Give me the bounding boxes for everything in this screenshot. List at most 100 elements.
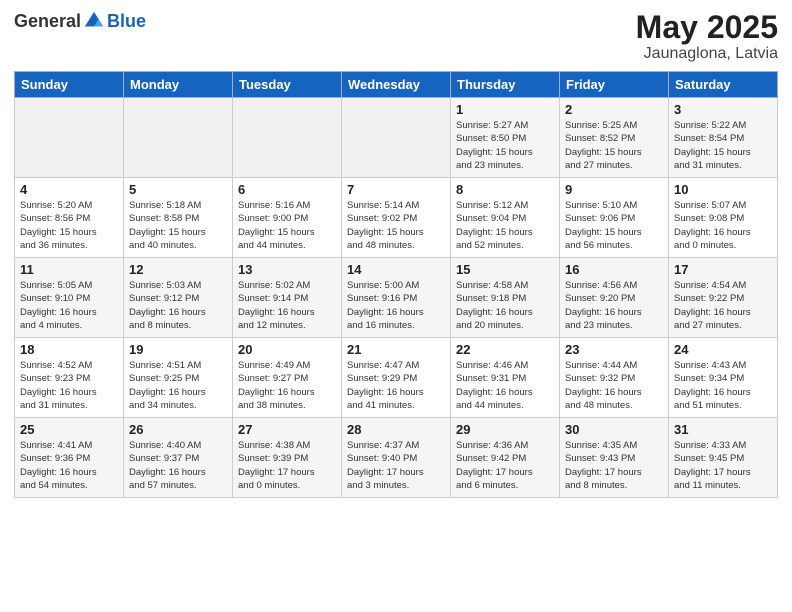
day-number: 24 (674, 342, 772, 357)
calendar-cell: 8Sunrise: 5:12 AMSunset: 9:04 PMDaylight… (451, 178, 560, 258)
calendar-cell: 5Sunrise: 5:18 AMSunset: 8:58 PMDaylight… (124, 178, 233, 258)
day-info: Sunrise: 4:56 AMSunset: 9:20 PMDaylight:… (565, 279, 663, 332)
day-info: Sunrise: 5:10 AMSunset: 9:06 PMDaylight:… (565, 199, 663, 252)
calendar-cell: 29 Sunrise: 4:36 AMSunset: 9:42 PMDayligh… (451, 418, 560, 498)
calendar-cell: 6 Sunrise: 5:16 AMSunset: 9:00 PMDaylight… (233, 178, 342, 258)
day-number: 25 (20, 422, 118, 437)
calendar-cell: 15 Sunrise: 4:58 AMSunset: 9:18 PMDayligh… (451, 258, 560, 338)
day-number: 22 (456, 342, 554, 357)
header-wednesday: Wednesday (342, 72, 451, 98)
header-row: Sunday Monday Tuesday Wednesday Thursday… (15, 72, 778, 98)
day-number: 17 (674, 262, 772, 277)
calendar-cell: 21 Sunrise: 4:47 AMSunset: 9:29 PMDayligh… (342, 338, 451, 418)
calendar-cell: 23Sunrise: 4:44 AMSunset: 9:32 PMDayligh… (560, 338, 669, 418)
calendar-cell: 10 Sunrise: 5:07 AMSunset: 9:08 PMDayligh… (669, 178, 778, 258)
day-info: Sunrise: 4:36 AMSunset: 9:42 PMDaylight:… (456, 439, 554, 492)
calendar-cell: 31Sunrise: 4:33 AMSunset: 9:45 PMDayligh… (669, 418, 778, 498)
day-number: 12 (129, 262, 227, 277)
logo-icon (83, 10, 105, 32)
week-row-2: 4 Sunrise: 5:20 AMSunset: 8:56 PMDaylight… (15, 178, 778, 258)
week-row-5: 25Sunrise: 4:41 AMSunset: 9:36 PMDayligh… (15, 418, 778, 498)
day-number: 3 (674, 102, 772, 117)
day-number: 20 (238, 342, 336, 357)
day-info: Sunrise: 5:25 AMSunset: 8:52 PMDaylight:… (565, 119, 663, 172)
day-number: 5 (129, 182, 227, 197)
calendar-cell: 13 Sunrise: 5:02 AMSunset: 9:14 PMDayligh… (233, 258, 342, 338)
calendar-cell: 22 Sunrise: 4:46 AMSunset: 9:31 PMDayligh… (451, 338, 560, 418)
calendar-cell (233, 98, 342, 178)
day-info: Sunrise: 4:44 AMSunset: 9:32 PMDaylight:… (565, 359, 663, 412)
day-number: 14 (347, 262, 445, 277)
calendar-cell: 12 Sunrise: 5:03 AMSunset: 9:12 PMDayligh… (124, 258, 233, 338)
day-info: Sunrise: 4:38 AMSunset: 9:39 PMDaylight:… (238, 439, 336, 492)
calendar-subtitle: Jaunaglona, Latvia (636, 45, 778, 63)
day-info: Sunrise: 5:07 AMSunset: 9:08 PMDaylight:… (674, 199, 772, 252)
calendar-cell: 14 Sunrise: 5:00 AMSunset: 9:16 PMDayligh… (342, 258, 451, 338)
calendar-cell: 26 Sunrise: 4:40 AMSunset: 9:37 PMDayligh… (124, 418, 233, 498)
calendar-cell (124, 98, 233, 178)
calendar-cell: 17 Sunrise: 4:54 AMSunset: 9:22 PMDayligh… (669, 258, 778, 338)
day-number: 15 (456, 262, 554, 277)
day-info: Sunrise: 5:27 AMSunset: 8:50 PMDaylight:… (456, 119, 554, 172)
day-number: 1 (456, 102, 554, 117)
day-number: 6 (238, 182, 336, 197)
day-info: Sunrise: 4:47 AMSunset: 9:29 PMDaylight:… (347, 359, 445, 412)
day-number: 27 (238, 422, 336, 437)
day-number: 28 (347, 422, 445, 437)
day-info: Sunrise: 5:12 AMSunset: 9:04 PMDaylight:… (456, 199, 554, 252)
main-container: General Blue May 2025 Jaunaglona, Latvia… (0, 0, 792, 612)
calendar-cell: 7Sunrise: 5:14 AMSunset: 9:02 PMDaylight… (342, 178, 451, 258)
day-number: 18 (20, 342, 118, 357)
header-saturday: Saturday (669, 72, 778, 98)
day-info: Sunrise: 5:05 AMSunset: 9:10 PMDaylight:… (20, 279, 118, 332)
calendar-title: May 2025 (636, 10, 778, 45)
calendar-cell: 1 Sunrise: 5:27 AMSunset: 8:50 PMDaylight… (451, 98, 560, 178)
day-info: Sunrise: 4:40 AMSunset: 9:37 PMDaylight:… (129, 439, 227, 492)
calendar-cell: 24 Sunrise: 4:43 AMSunset: 9:34 PMDayligh… (669, 338, 778, 418)
day-info: Sunrise: 5:03 AMSunset: 9:12 PMDaylight:… (129, 279, 227, 332)
calendar-cell: 11Sunrise: 5:05 AMSunset: 9:10 PMDayligh… (15, 258, 124, 338)
day-number: 2 (565, 102, 663, 117)
header-thursday: Thursday (451, 72, 560, 98)
calendar-cell: 25Sunrise: 4:41 AMSunset: 9:36 PMDayligh… (15, 418, 124, 498)
calendar-cell (15, 98, 124, 178)
header-tuesday: Tuesday (233, 72, 342, 98)
calendar-cell: 30 Sunrise: 4:35 AMSunset: 9:43 PMDayligh… (560, 418, 669, 498)
day-info: Sunrise: 4:58 AMSunset: 9:18 PMDaylight:… (456, 279, 554, 332)
day-info: Sunrise: 5:22 AMSunset: 8:54 PMDaylight:… (674, 119, 772, 172)
day-info: Sunrise: 4:46 AMSunset: 9:31 PMDaylight:… (456, 359, 554, 412)
week-row-3: 11Sunrise: 5:05 AMSunset: 9:10 PMDayligh… (15, 258, 778, 338)
logo-blue-text: Blue (107, 11, 146, 32)
header-monday: Monday (124, 72, 233, 98)
day-number: 26 (129, 422, 227, 437)
day-info: Sunrise: 4:35 AMSunset: 9:43 PMDaylight:… (565, 439, 663, 492)
day-number: 9 (565, 182, 663, 197)
day-number: 13 (238, 262, 336, 277)
day-number: 4 (20, 182, 118, 197)
day-info: Sunrise: 5:16 AMSunset: 9:00 PMDaylight:… (238, 199, 336, 252)
day-number: 16 (565, 262, 663, 277)
day-info: Sunrise: 4:43 AMSunset: 9:34 PMDaylight:… (674, 359, 772, 412)
calendar-cell: 4 Sunrise: 5:20 AMSunset: 8:56 PMDaylight… (15, 178, 124, 258)
day-info: Sunrise: 5:02 AMSunset: 9:14 PMDaylight:… (238, 279, 336, 332)
week-row-1: 1 Sunrise: 5:27 AMSunset: 8:50 PMDaylight… (15, 98, 778, 178)
day-info: Sunrise: 4:54 AMSunset: 9:22 PMDaylight:… (674, 279, 772, 332)
day-info: Sunrise: 5:00 AMSunset: 9:16 PMDaylight:… (347, 279, 445, 332)
header-friday: Friday (560, 72, 669, 98)
day-info: Sunrise: 5:20 AMSunset: 8:56 PMDaylight:… (20, 199, 118, 252)
calendar-cell: 18 Sunrise: 4:52 AMSunset: 9:23 PMDayligh… (15, 338, 124, 418)
day-number: 30 (565, 422, 663, 437)
day-number: 10 (674, 182, 772, 197)
day-info: Sunrise: 5:14 AMSunset: 9:02 PMDaylight:… (347, 199, 445, 252)
day-number: 21 (347, 342, 445, 357)
logo-general-text: General (14, 11, 81, 32)
header: General Blue May 2025 Jaunaglona, Latvia (14, 10, 778, 63)
day-number: 19 (129, 342, 227, 357)
day-info: Sunrise: 4:52 AMSunset: 9:23 PMDaylight:… (20, 359, 118, 412)
calendar-cell: 20 Sunrise: 4:49 AMSunset: 9:27 PMDayligh… (233, 338, 342, 418)
calendar-cell: 27 Sunrise: 4:38 AMSunset: 9:39 PMDayligh… (233, 418, 342, 498)
day-info: Sunrise: 4:49 AMSunset: 9:27 PMDaylight:… (238, 359, 336, 412)
day-number: 29 (456, 422, 554, 437)
day-number: 31 (674, 422, 772, 437)
calendar-table: Sunday Monday Tuesday Wednesday Thursday… (14, 71, 778, 498)
